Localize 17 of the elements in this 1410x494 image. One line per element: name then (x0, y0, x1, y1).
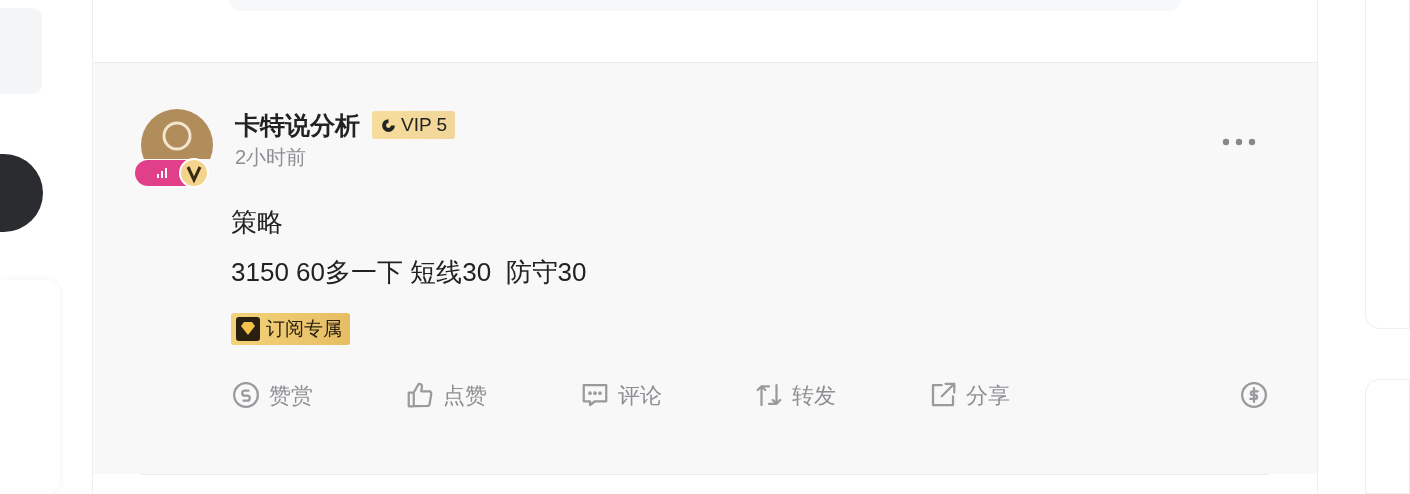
more-icon[interactable] (1221, 137, 1257, 147)
vip-icon (380, 116, 397, 134)
subscriber-tag: 订阅专属 (231, 313, 350, 345)
verified-icon (179, 158, 209, 188)
author-name[interactable]: 卡特说分析 (235, 109, 360, 141)
vip-badge: VIP 5 (372, 111, 456, 139)
post-text: 3150 60多一下 短线30 防守30 (231, 256, 588, 289)
post-time: 2小时前 (235, 145, 308, 170)
action-button[interactable]: 评论 (579, 375, 754, 415)
action-button[interactable]: 分享 (928, 375, 1103, 415)
coin-icon (231, 380, 261, 410)
avatar[interactable] (141, 109, 213, 159)
action-button[interactable]: 赞赏 (231, 375, 406, 415)
dollar-icon (1239, 380, 1269, 410)
action-button[interactable]: 转发 (754, 375, 929, 415)
post-text: 策略 (231, 206, 284, 239)
action-button[interactable]: 点赞 (405, 375, 580, 415)
